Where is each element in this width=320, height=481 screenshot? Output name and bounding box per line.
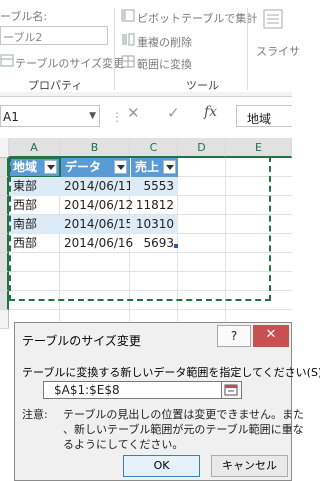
table-cell[interactable]: 11812 xyxy=(130,196,178,215)
row-header[interactable] xyxy=(0,272,9,291)
table-cell[interactable]: 西部 xyxy=(9,234,60,253)
convert-to-range-icon xyxy=(121,55,135,68)
resize-table-button[interactable]: テーブルのサイズ変更 xyxy=(15,55,124,71)
column-header-a[interactable]: A xyxy=(9,138,60,158)
row-header[interactable] xyxy=(0,177,9,196)
filter-dropdown-icon[interactable] xyxy=(114,160,127,174)
header-label-sales: 売上 xyxy=(135,160,160,174)
table-resize-handle[interactable] xyxy=(174,244,178,248)
ok-button[interactable]: OK xyxy=(123,455,200,477)
formula-input-value: 地域 xyxy=(247,112,272,126)
ribbon: ーブル名: ーブル2 テーブルのサイズ変更 ピボットテーブルで集計 重複の削除 … xyxy=(0,0,300,97)
row-header[interactable] xyxy=(0,196,9,215)
gridline xyxy=(9,290,292,291)
row-header[interactable] xyxy=(0,215,9,234)
column-header-e[interactable]: E xyxy=(226,138,292,158)
range-prompt-label: テーブルに変換する新しいデータ範囲を指定してください(S): xyxy=(22,366,320,379)
cancel-edit-icon[interactable]: ✕ xyxy=(127,104,140,122)
table-header-cell[interactable]: 売上 xyxy=(130,158,178,177)
table-cell[interactable]: 2014/06/12 xyxy=(60,196,133,215)
chevron-down-icon[interactable]: ▼ xyxy=(89,111,96,121)
summarize-pivot-button[interactable]: ピボットテーブルで集計 xyxy=(137,10,257,26)
gridline xyxy=(9,271,292,272)
pivot-table-icon xyxy=(121,9,135,22)
column-header-b[interactable]: B xyxy=(60,138,130,158)
convert-to-range-button[interactable]: 範囲に変換 xyxy=(137,56,192,72)
resize-table-icon xyxy=(0,54,14,67)
slicer-icon xyxy=(263,9,283,29)
active-cell-outline xyxy=(8,157,61,178)
cancel-button[interactable]: キャンセル xyxy=(211,455,288,477)
table-cell[interactable]: 南部 xyxy=(9,215,60,234)
row-header[interactable] xyxy=(0,310,9,329)
name-box[interactable]: A1 ▼ xyxy=(0,105,100,127)
row-header[interactable] xyxy=(0,291,9,310)
close-icon[interactable]: ✕ xyxy=(253,325,289,347)
table-cell[interactable]: 東部 xyxy=(9,177,60,196)
remove-duplicates-button[interactable]: 重複の削除 xyxy=(137,34,192,50)
formula-bar-grip-icon: ⋮ xyxy=(111,110,123,124)
ribbon-bottom-edge xyxy=(0,92,292,96)
confirm-edit-icon[interactable]: ✓ xyxy=(167,104,180,122)
row-header[interactable] xyxy=(0,253,9,272)
remove-duplicates-icon xyxy=(122,33,135,46)
range-input-value: $A$1:$E$8 xyxy=(54,383,120,397)
formula-input[interactable]: 地域 xyxy=(236,105,292,127)
table-name-value: ーブル2 xyxy=(3,31,43,44)
table-cell[interactable]: 2014/06/15 xyxy=(60,215,133,234)
table-cell[interactable]: 西部 xyxy=(9,196,60,215)
table-name-input[interactable]: ーブル2 xyxy=(0,26,108,45)
note-text-line: るようにしてください。 xyxy=(63,438,184,451)
note-text-line: テーブルの見出しの位置は変更できません。また xyxy=(63,408,305,421)
ribbon-group-divider xyxy=(114,8,115,90)
table-cell[interactable]: 10310 xyxy=(130,215,178,234)
collapse-dialog-icon[interactable] xyxy=(222,381,242,399)
range-input[interactable]: $A$1:$E$8 xyxy=(43,381,222,399)
table-name-label: ーブル名: xyxy=(0,10,48,23)
table-cell[interactable]: 5553 xyxy=(130,177,178,196)
gridline xyxy=(9,309,292,310)
dialog-title: テーブルのサイズ変更 xyxy=(22,334,141,348)
formula-bar: A1 ▼ ⋮ ✕ ✓ fx 地域 xyxy=(0,100,292,130)
column-header-c[interactable]: C xyxy=(130,138,178,158)
table-cell[interactable]: 5693 xyxy=(130,234,178,253)
slicer-button[interactable]: スライサ xyxy=(256,43,300,59)
select-all-corner[interactable] xyxy=(0,138,9,158)
group-label-properties: プロパティ xyxy=(28,79,83,92)
table-cell[interactable]: 2014/06/16 xyxy=(60,234,133,253)
column-header-d[interactable]: D xyxy=(178,138,226,158)
note-label: 注意: xyxy=(22,408,48,421)
filter-dropdown-icon[interactable] xyxy=(163,160,176,174)
header-label-data: データ xyxy=(65,160,102,174)
table-header-cell[interactable]: データ xyxy=(60,158,130,177)
row-header[interactable] xyxy=(0,234,9,253)
table-cell[interactable]: 2014/06/11 xyxy=(60,177,133,196)
note-text-line: 、新しいテーブル範囲が元のテーブル範囲に重な xyxy=(63,423,304,436)
insert-function-icon[interactable]: fx xyxy=(204,104,217,120)
help-button[interactable]: ? xyxy=(217,325,251,347)
group-label-tools: ツール xyxy=(186,79,219,92)
name-box-value: A1 xyxy=(3,110,19,124)
ribbon-group-divider xyxy=(247,8,248,90)
resize-table-dialog: テーブルのサイズ変更 ? ✕ テーブルに変換する新しいデータ範囲を指定してくださ… xyxy=(14,322,320,481)
